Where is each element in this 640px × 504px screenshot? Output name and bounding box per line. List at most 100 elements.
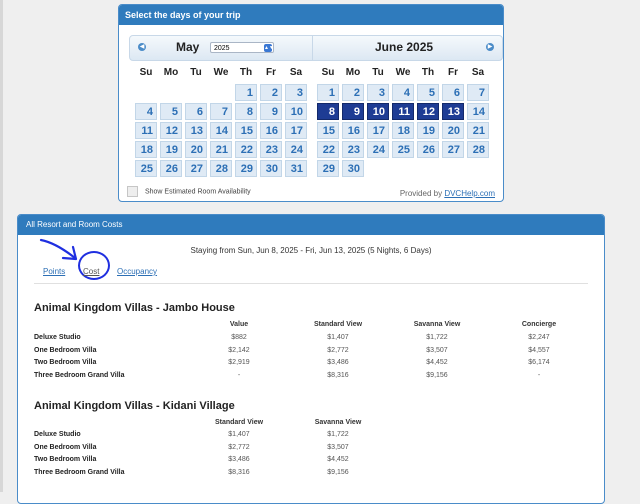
weekday-june-su: Su (321, 67, 335, 78)
may-day-3[interactable]: 3 (285, 84, 307, 101)
may-day-22[interactable]: 22 (235, 141, 257, 158)
may-day-25[interactable]: 25 (135, 160, 157, 177)
column-header: Concierge (521, 321, 557, 328)
cost-cell: - (537, 371, 541, 379)
column-header: Savanna View (413, 321, 461, 328)
may-day-10[interactable]: 10 (285, 103, 307, 120)
june-day-16[interactable]: 16 (342, 122, 364, 139)
availability-checkbox[interactable] (127, 186, 138, 197)
june-day-25[interactable]: 25 (392, 141, 414, 158)
june-day-14[interactable]: 14 (467, 103, 489, 120)
weekday-may-mo: Mo (163, 67, 179, 78)
june-day-20[interactable]: 20 (442, 122, 464, 139)
month-divider (312, 36, 313, 60)
june-day-9[interactable]: 9 (342, 103, 364, 120)
cost-cell: $1,407 (228, 431, 250, 438)
provided-by: Provided by DVCHelp.com (400, 189, 495, 198)
may-day-21[interactable]: 21 (210, 141, 232, 158)
may-day-29[interactable]: 29 (235, 160, 257, 177)
june-day-13[interactable]: 13 (442, 103, 464, 120)
may-day-18[interactable]: 18 (135, 141, 157, 158)
may-day-17[interactable]: 17 (285, 122, 307, 139)
june-day-15[interactable]: 15 (317, 122, 339, 139)
cost-cell: $4,452 (426, 359, 448, 366)
cost-cell: $2,772 (327, 346, 349, 354)
cost-cell: $882 (231, 334, 247, 341)
availability-toggle[interactable]: Show Estimated Room Availability (127, 186, 251, 197)
weekday-june-sa: Sa (471, 67, 485, 78)
weekday-june-tu: Tu (372, 67, 384, 78)
may-day-6[interactable]: 6 (185, 103, 207, 120)
may-day-5[interactable]: 5 (160, 103, 182, 120)
weekday-june-we: We (395, 67, 411, 78)
cost-cell: $4,557 (528, 346, 550, 354)
may-day-13[interactable]: 13 (185, 122, 207, 139)
cost-cell: $4,452 (327, 456, 349, 463)
june-day-17[interactable]: 17 (367, 122, 389, 139)
june-day-7[interactable]: 7 (467, 84, 489, 101)
prev-month-icon[interactable]: ◀ (138, 43, 146, 51)
may-day-9[interactable]: 9 (260, 103, 282, 120)
may-day-24[interactable]: 24 (285, 141, 307, 158)
june-day-5[interactable]: 5 (417, 84, 439, 101)
may-day-12[interactable]: 12 (160, 122, 182, 139)
june-day-22[interactable]: 22 (317, 141, 339, 158)
may-day-4[interactable]: 4 (135, 103, 157, 120)
june-day-28[interactable]: 28 (467, 141, 489, 158)
tab-cost[interactable]: Cost (83, 267, 99, 276)
may-day-20[interactable]: 20 (185, 141, 207, 158)
june-day-1[interactable]: 1 (317, 84, 339, 101)
may-day-16[interactable]: 16 (260, 122, 282, 139)
june-day-3[interactable]: 3 (367, 84, 389, 101)
june-day-27[interactable]: 27 (442, 141, 464, 158)
provider-link[interactable]: DVCHelp.com (444, 189, 495, 198)
may-day-11[interactable]: 11 (135, 122, 157, 139)
may-day-31[interactable]: 31 (285, 160, 307, 177)
june-day-19[interactable]: 19 (417, 122, 439, 139)
tab-points[interactable]: Points (43, 267, 65, 276)
may-day-15[interactable]: 15 (235, 122, 257, 139)
weekday-may-th: Th (239, 67, 253, 78)
may-day-27[interactable]: 27 (185, 160, 207, 177)
may-day-7[interactable]: 7 (210, 103, 232, 120)
june-day-30[interactable]: 30 (342, 160, 364, 177)
june-day-21[interactable]: 21 (467, 122, 489, 139)
june-day-18[interactable]: 18 (392, 122, 414, 139)
cost-cell: $9,156 (426, 371, 448, 379)
june-day-11[interactable]: 11 (392, 103, 414, 120)
cost-cell: $2,919 (228, 359, 250, 366)
may-day-19[interactable]: 19 (160, 141, 182, 158)
room-type-label: Two Bedroom Villa (34, 456, 97, 463)
year-select[interactable]: 2025 ▲▼ (210, 42, 274, 53)
may-day-26[interactable]: 26 (160, 160, 182, 177)
june-day-26[interactable]: 26 (417, 141, 439, 158)
june-day-10[interactable]: 10 (367, 103, 389, 120)
weekday-may-tu: Tu (190, 67, 202, 78)
cost-cell: $2,247 (528, 334, 550, 341)
june-day-2[interactable]: 2 (342, 84, 364, 101)
availability-label: Show Estimated Room Availability (144, 188, 251, 196)
cost-cell: $1,722 (327, 431, 349, 438)
june-day-29[interactable]: 29 (317, 160, 339, 177)
may-day-30[interactable]: 30 (260, 160, 282, 177)
cost-cell: $3,486 (228, 456, 250, 463)
june-day-23[interactable]: 23 (342, 141, 364, 158)
may-day-1[interactable]: 1 (235, 84, 257, 101)
tab-divider (34, 283, 588, 284)
june-day-4[interactable]: 4 (392, 84, 414, 101)
june-day-24[interactable]: 24 (367, 141, 389, 158)
room-type-label: Three Bedroom Grand Villa (34, 468, 125, 476)
june-day-6[interactable]: 6 (442, 84, 464, 101)
next-month-icon[interactable]: ▶ (486, 43, 494, 51)
cost-cell: $8,316 (327, 371, 349, 379)
may-day-28[interactable]: 28 (210, 160, 232, 177)
june-day-8[interactable]: 8 (317, 103, 339, 120)
june-day-12[interactable]: 12 (417, 103, 439, 120)
cost-cell: $8,316 (228, 468, 250, 476)
year-select-value: 2025 (214, 45, 230, 52)
tab-occupancy[interactable]: Occupancy (117, 267, 157, 276)
may-day-2[interactable]: 2 (260, 84, 282, 101)
may-day-8[interactable]: 8 (235, 103, 257, 120)
may-day-14[interactable]: 14 (210, 122, 232, 139)
may-day-23[interactable]: 23 (260, 141, 282, 158)
